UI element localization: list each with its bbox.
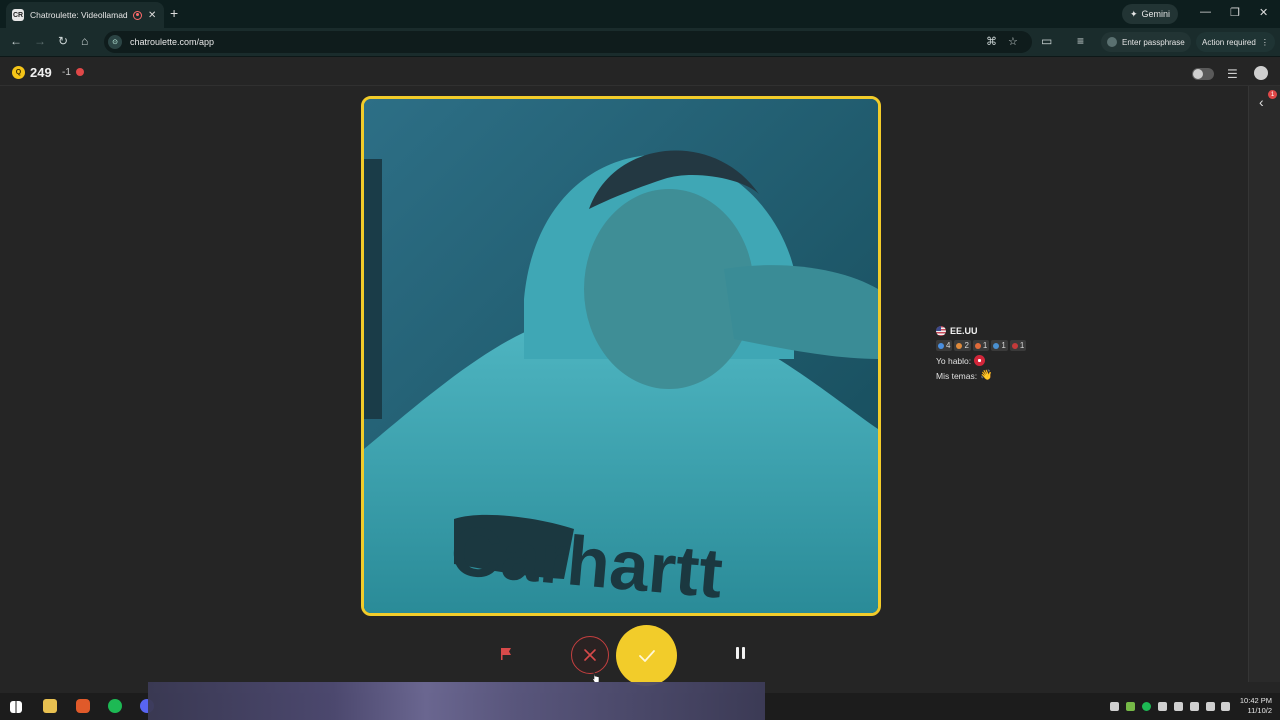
coin-icon: Q — [12, 66, 25, 79]
us-flag-icon — [936, 326, 946, 336]
close-icon — [584, 649, 596, 661]
app-header: Q 249 -1 ☰ — [0, 58, 1280, 86]
screen: CR Chatroulette: Videollamad ✕ + ✦ Gemin… — [0, 0, 1280, 720]
action-required-label: Action required — [1202, 37, 1256, 47]
passphrase-label: Enter passphrase — [1122, 37, 1185, 47]
partner-info: EE.UU 4 2 1 1 1 Yo hablo: Mis temas: 👋 — [936, 326, 1056, 392]
home-icon[interactable]: ⌂ — [81, 34, 88, 48]
chat-side-panel: ‹ 1 — [1248, 86, 1280, 682]
minimize-icon[interactable]: — — [1200, 6, 1211, 18]
nvidia-tray-icon[interactable] — [1126, 702, 1135, 711]
stat-chip: 1 — [991, 340, 1008, 351]
battery-tray-icon[interactable] — [1158, 702, 1167, 711]
stat-value: 4 — [946, 341, 951, 350]
shield-icon — [974, 342, 981, 349]
video-feed: Carhartt — [364, 99, 878, 613]
passphrase-button[interactable]: Enter passphrase — [1101, 32, 1191, 52]
speaks-row: Yo hablo: — [936, 355, 1056, 366]
stat-value: 1 — [1001, 341, 1006, 350]
stat-chip: 2 — [954, 340, 971, 351]
check-icon — [638, 649, 655, 662]
system-clock[interactable]: 10:42 PM 11/10/2 — [1232, 696, 1272, 716]
url-text: chatroulette.com/app — [130, 37, 215, 47]
action-required-button[interactable]: Action required ⋮ — [1196, 32, 1275, 52]
skip-button[interactable] — [571, 636, 609, 674]
microphone-tray-icon[interactable] — [1190, 702, 1199, 711]
pause-bar — [741, 647, 745, 659]
report-flag-icon[interactable] — [498, 646, 514, 662]
window-close-icon[interactable]: ✕ — [1259, 6, 1268, 19]
stat-chip: 4 — [936, 340, 953, 351]
stat-value: 2 — [964, 341, 969, 350]
reload-icon[interactable]: ↻ — [58, 34, 68, 48]
coin-delta: -1 — [62, 67, 71, 78]
new-tab-icon[interactable]: + — [170, 5, 178, 21]
country-row: EE.UU — [936, 326, 1056, 336]
stat-chip: 1 — [972, 340, 990, 351]
bluetooth-tray-icon[interactable] — [1174, 702, 1183, 711]
address-bar[interactable]: ⊙ chatroulette.com/app ⌘ ☆ — [104, 31, 1032, 53]
tab-close-icon[interactable]: ✕ — [148, 10, 156, 21]
spotify-icon[interactable] — [108, 699, 122, 713]
stat-chip: 1 — [1009, 340, 1027, 351]
clock-date: 11/10/2 — [1247, 706, 1272, 715]
restore-icon[interactable]: ❐ — [1230, 6, 1240, 19]
brave-browser-icon[interactable] — [76, 699, 90, 713]
toggle-knob — [1193, 69, 1203, 79]
network-tray-icon[interactable] — [1206, 702, 1215, 711]
heart-icon — [938, 342, 944, 349]
bookmark-star-icon[interactable]: ☆ — [1008, 35, 1018, 48]
star-icon — [993, 342, 1000, 349]
ban-icon — [1011, 342, 1018, 349]
translate-icon[interactable]: ⌘ — [986, 35, 997, 48]
file-explorer-icon[interactable] — [43, 699, 57, 713]
pause-bar — [735, 647, 739, 659]
gemini-button[interactable]: ✦ Gemini — [1122, 4, 1179, 24]
accept-button[interactable] — [616, 625, 677, 686]
profile-sync-icon — [1107, 37, 1117, 47]
kebab-menu-icon: ⋮ — [1260, 37, 1269, 47]
discord-tray-icon[interactable] — [1110, 702, 1119, 711]
partner-video: Carhartt — [361, 96, 881, 616]
recording-icon — [133, 10, 142, 20]
back-icon[interactable]: ← — [10, 34, 22, 48]
spotify-tray-icon[interactable] — [1142, 702, 1151, 711]
stat-value: 1 — [1019, 341, 1025, 350]
topics-label: Mis temas: — [936, 370, 978, 381]
browser-toolbar: ← → ↻ ⌂ ⊙ chatroulette.com/app ⌘ ☆ ▭ ≡ E… — [0, 28, 1280, 57]
tab-search-icon[interactable]: ▭ — [1041, 34, 1052, 48]
language-flag-icon — [974, 355, 986, 366]
account-icon[interactable] — [1254, 66, 1268, 80]
tab-favicon-icon: CR — [12, 9, 24, 21]
speaks-label: Yo hablo: — [936, 355, 972, 366]
partner-stats: 4 2 1 1 1 — [936, 340, 1056, 351]
taskbar-preview-overlay — [148, 682, 765, 720]
gemini-label: Gemini — [1141, 9, 1171, 19]
wave-icon: 👋 — [980, 370, 993, 381]
volume-tray-icon[interactable] — [1221, 702, 1230, 711]
browser-tab[interactable]: CR Chatroulette: Videollamad ✕ — [6, 2, 164, 28]
gift-icon — [956, 342, 963, 349]
forward-icon[interactable]: → — [34, 34, 46, 48]
notification-badge: 1 — [1268, 90, 1277, 99]
coin-count[interactable]: 249 — [30, 65, 52, 80]
windows-start-icon[interactable] — [10, 701, 22, 713]
delta-badge-icon — [76, 68, 84, 76]
topics-row: Mis temas: 👋 — [936, 370, 1056, 381]
browser-tab-strip: CR Chatroulette: Videollamad ✕ + ✦ Gemin… — [0, 0, 1280, 28]
pause-button[interactable] — [733, 647, 747, 661]
call-controls — [0, 620, 1248, 686]
country-name: EE.UU — [950, 326, 978, 336]
stat-value: 1 — [982, 341, 988, 350]
theme-toggle[interactable] — [1192, 68, 1214, 80]
tab-title: Chatroulette: Videollamad — [30, 10, 128, 20]
clock-time: 10:42 PM — [1239, 696, 1272, 705]
sparkle-icon: ✦ — [1130, 8, 1138, 19]
site-info-icon[interactable]: ⊙ — [108, 35, 122, 49]
media-control-icon[interactable]: ≡ — [1077, 34, 1084, 48]
filters-icon[interactable]: ☰ — [1227, 67, 1238, 81]
chevron-left-icon[interactable]: ‹ — [1259, 94, 1264, 110]
